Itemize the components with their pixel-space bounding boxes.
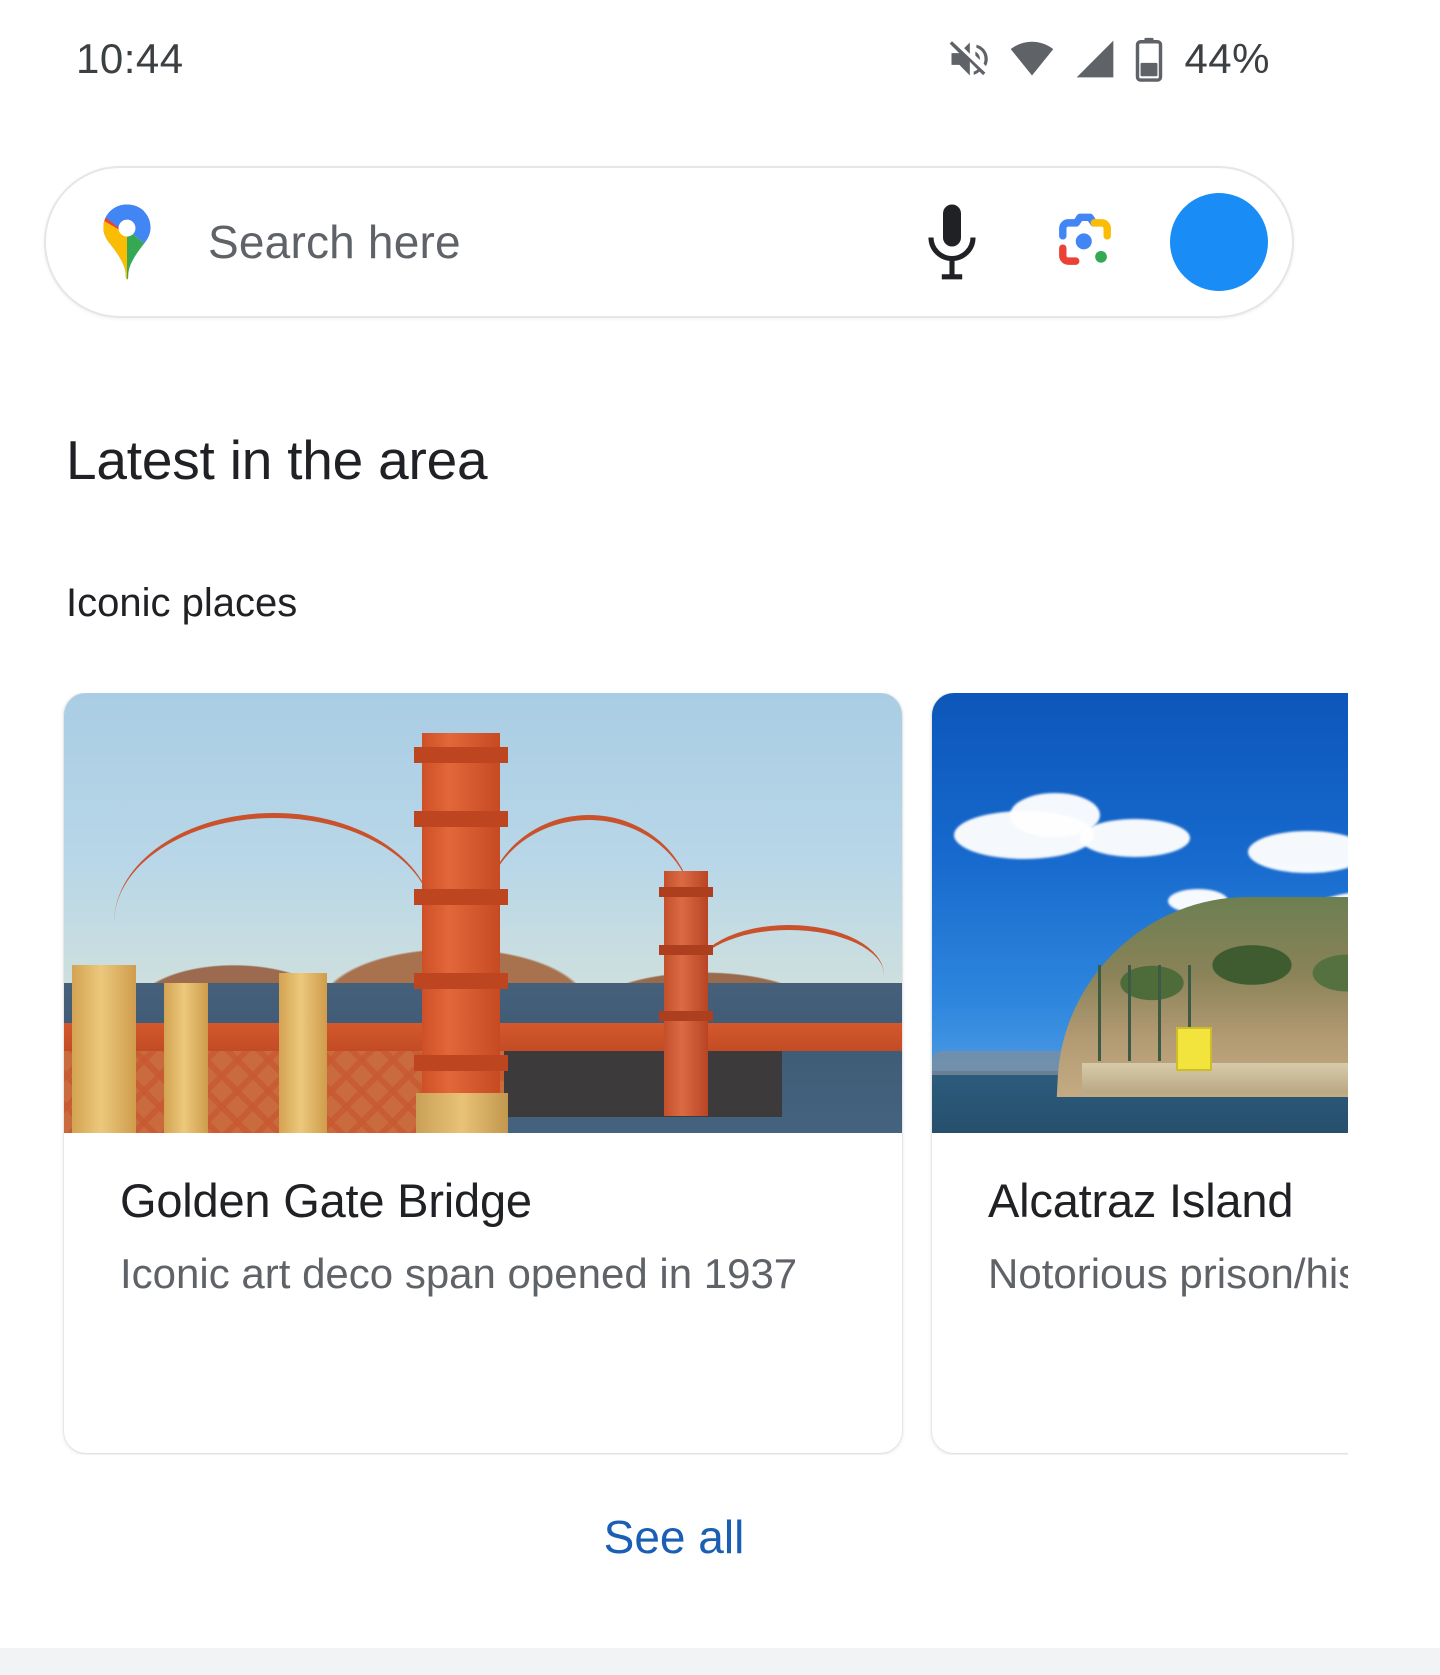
status-bar: 10:44 44% — [0, 0, 1348, 118]
card-title: Golden Gate Bridge — [120, 1174, 532, 1227]
alcatraz-island-photo — [932, 693, 1348, 1133]
see-all-button[interactable]: See all — [604, 1510, 745, 1564]
status-time: 10:44 — [76, 35, 184, 82]
battery-percent-label: 44% — [1184, 35, 1270, 82]
subsection-title: Iconic places — [66, 581, 298, 625]
place-card-alcatraz-island[interactable]: Alcatraz Island Notorious prison/hist — [932, 693, 1348, 1453]
card-subtitle: Notorious prison/hist — [988, 1250, 1348, 1297]
volume-mute-icon — [950, 41, 989, 76]
battery-icon — [1136, 37, 1163, 82]
golden-gate-bridge-photo — [64, 693, 902, 1133]
wifi-icon — [1011, 41, 1054, 76]
place-card-golden-gate-bridge[interactable]: Golden Gate Bridge Iconic art deco span … — [64, 693, 902, 1453]
search-bar[interactable]: Search here — [44, 166, 1294, 318]
page-title: Latest in the area — [66, 429, 488, 491]
bottom-band — [0, 1648, 1440, 1675]
card-body: Alcatraz Island Notorious prison/hist — [932, 1133, 1348, 1298]
iconic-places-carousel[interactable]: Golden Gate Bridge Iconic art deco span … — [0, 693, 1348, 1455]
google-maps-pin-icon — [103, 204, 151, 280]
microphone-icon[interactable] — [916, 203, 988, 281]
card-body: Golden Gate Bridge Iconic art deco span … — [64, 1133, 902, 1298]
app-screen: 10:44 44% Search here Latest in the area… — [0, 0, 1440, 1675]
google-lens-icon[interactable] — [1048, 205, 1122, 279]
cellular-signal-icon — [1077, 40, 1114, 78]
card-title: Alcatraz Island — [988, 1174, 1294, 1227]
card-subtitle: Iconic art deco span opened in 1937 — [120, 1250, 798, 1297]
search-input[interactable]: Search here — [208, 215, 916, 269]
status-icons-group: 44% — [944, 35, 1270, 83]
account-avatar[interactable] — [1170, 193, 1268, 291]
see-all-row: See all — [0, 1510, 1348, 1564]
right-gutter — [1348, 0, 1440, 1648]
